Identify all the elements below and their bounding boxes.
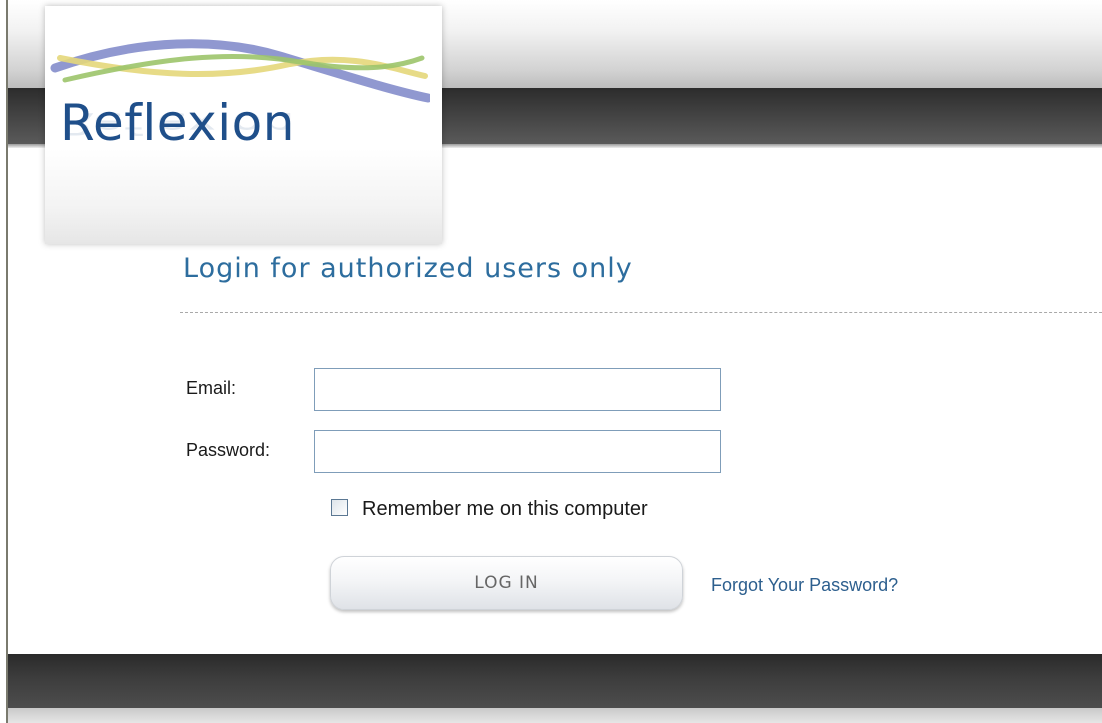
footer-bar-light (8, 708, 1102, 723)
remember-me-label[interactable]: Remember me on this computer (362, 498, 648, 521)
remember-me-checkbox[interactable] (331, 499, 348, 516)
email-field[interactable] (314, 368, 721, 411)
login-page: Reflexion Reflexion Login for authorized… (0, 0, 1102, 723)
section-divider (180, 312, 1102, 313)
email-label: Email: (186, 378, 237, 398)
login-button[interactable]: LOG IN (330, 556, 683, 610)
logo-wordmark-reflection: Reflexion (60, 105, 295, 141)
footer-bar (8, 654, 1102, 723)
left-border (0, 0, 8, 723)
password-label: Password: (186, 440, 271, 460)
footer-bar-dark (8, 654, 1102, 708)
page-title: Login for authorized users only (183, 253, 633, 284)
password-field[interactable] (314, 430, 721, 473)
forgot-password-link[interactable]: Forgot Your Password? (711, 575, 898, 596)
